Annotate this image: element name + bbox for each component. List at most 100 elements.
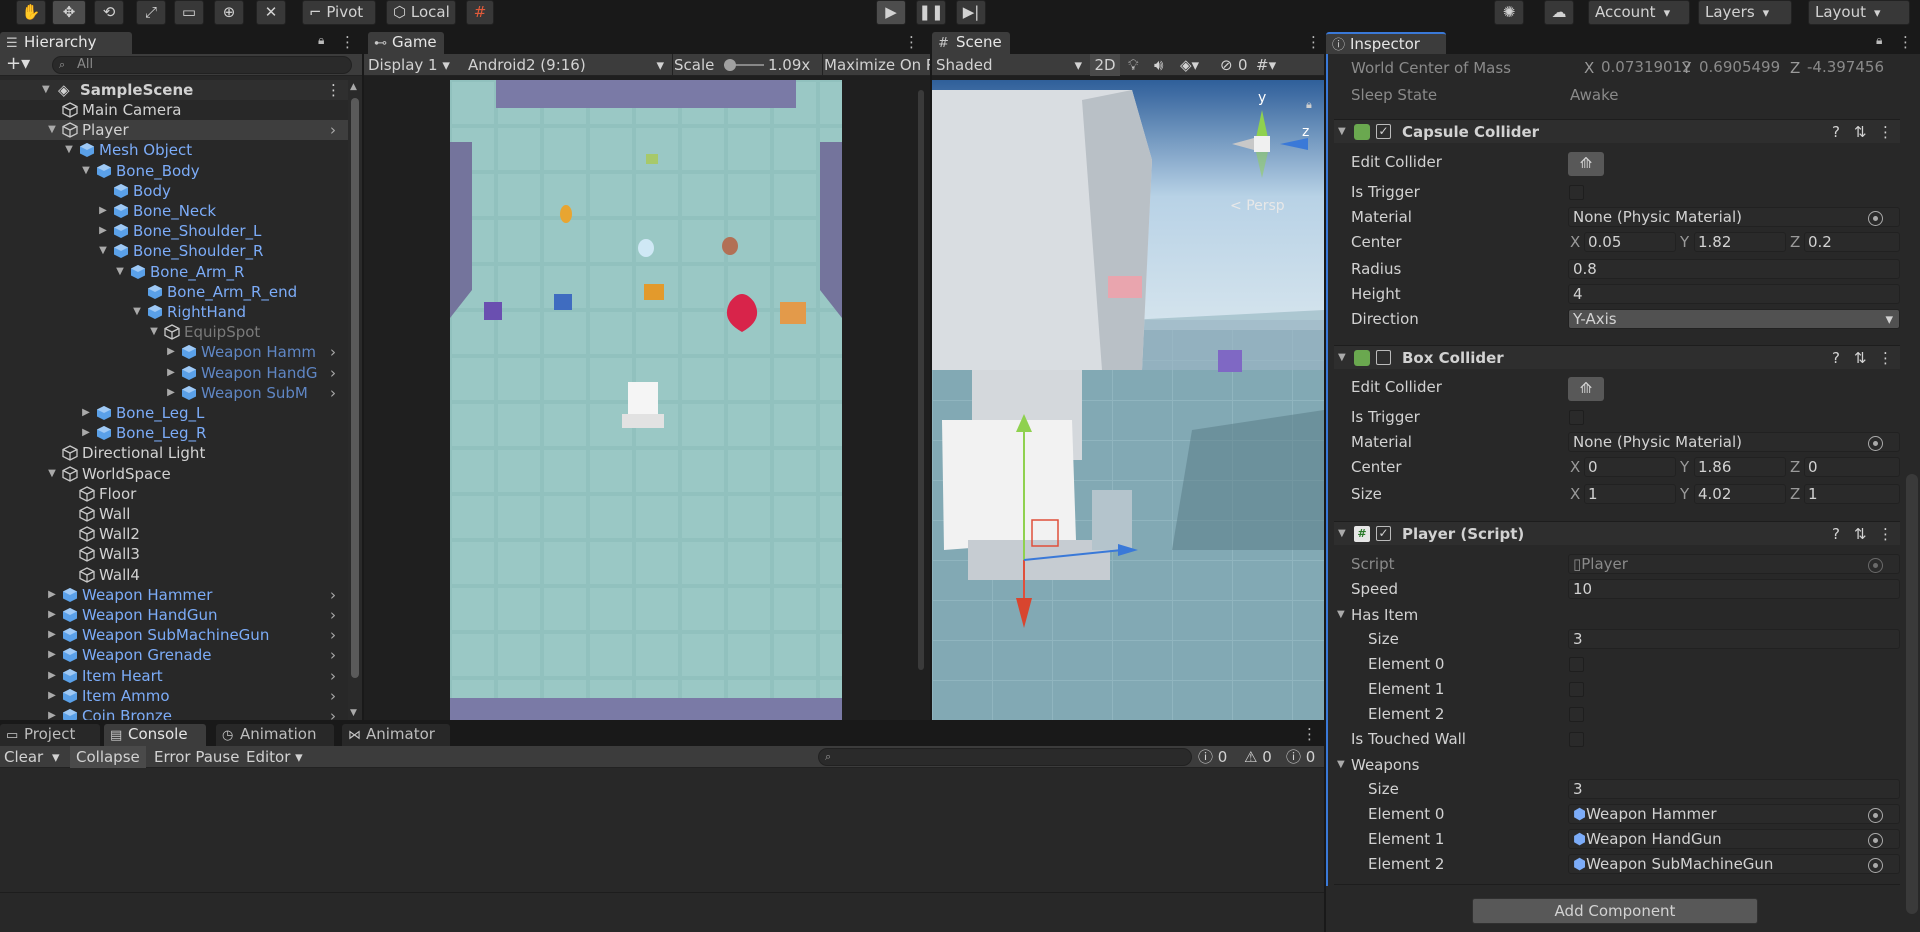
error-pause-toggle[interactable]: Error Pause	[154, 746, 239, 768]
fold-closed-arrow[interactable]: ▶	[165, 363, 177, 383]
open-prefab-arrow-icon[interactable]: ›	[330, 120, 336, 140]
hierarchy-row[interactable]: ▶ Weapon HandG ›	[0, 363, 348, 383]
scene-viewport[interactable]: y z < Persp 🔒︎	[932, 80, 1324, 720]
hierarchy-row[interactable]: ▶ Weapon SubM ›	[0, 383, 348, 403]
tab-project[interactable]: ▭ Project	[0, 724, 100, 746]
scroll-down-icon[interactable]: ▼	[350, 708, 357, 718]
fold-closed-arrow[interactable]: ▶	[46, 605, 58, 625]
scene-fold-arrow[interactable]: ▼	[42, 80, 50, 100]
hierarchy-row[interactable]: ▶ Weapon Grenade ›	[0, 645, 348, 665]
game-menu-icon[interactable]: ⋮	[904, 33, 919, 51]
game-scrollbar[interactable]	[918, 90, 924, 670]
has-item-row[interactable]: ▼ Has Item	[1334, 604, 1900, 626]
preset-icon[interactable]: ⇅	[1854, 120, 1867, 144]
fold-open-arrow[interactable]: ▼	[63, 140, 75, 160]
open-prefab-arrow-icon[interactable]: ›	[330, 585, 336, 605]
preset-icon[interactable]: ⇅	[1854, 346, 1867, 370]
height-field[interactable]: 4	[1568, 284, 1900, 304]
has-item-element-0-checkbox[interactable]	[1569, 657, 1584, 672]
fold-closed-arrow[interactable]: ▶	[165, 383, 177, 403]
component-menu-icon[interactable]: ⋮	[1878, 346, 1893, 370]
custom-tool-button[interactable]: ✕	[256, 0, 286, 25]
hierarchy-row[interactable]: Bone_Arm_R_end	[0, 282, 348, 302]
help-icon[interactable]: ?	[1832, 522, 1840, 546]
open-prefab-arrow-icon[interactable]: ›	[330, 363, 336, 383]
fold-closed-arrow[interactable]: ▶	[46, 666, 58, 686]
weapons-fold-arrow[interactable]: ▼	[1337, 754, 1345, 776]
fold-open-arrow[interactable]: ▼	[97, 241, 109, 261]
scroll-up-icon[interactable]: ▲	[350, 82, 357, 92]
capsule-collider-header[interactable]: ▼ ✓ Capsule Collider ? ⇅ ⋮	[1334, 119, 1900, 143]
is-trigger-checkbox[interactable]	[1569, 410, 1584, 425]
object-picker-icon[interactable]	[1868, 211, 1883, 226]
is-trigger-checkbox[interactable]	[1569, 185, 1584, 200]
tab-scene[interactable]: # Scene	[932, 32, 1010, 54]
center-x-field[interactable]: 0.05	[1584, 232, 1676, 252]
clear-button[interactable]: Clear	[4, 746, 43, 768]
hierarchy-row[interactable]: ▶ Item Heart ›	[0, 666, 348, 686]
hierarchy-row[interactable]: ▼ Player ›	[0, 120, 348, 141]
account-dropdown[interactable]: Account	[1588, 0, 1690, 25]
hierarchy-row[interactable]: ▼ Mesh Object	[0, 140, 348, 160]
inspector-scrollbar[interactable]	[1906, 474, 1918, 914]
hierarchy-search-input[interactable]: ⌕ All	[52, 56, 352, 74]
pivot-toggle[interactable]: ⌐ Pivot	[302, 0, 376, 25]
hierarchy-row[interactable]: ▶ Item Ammo ›	[0, 686, 348, 706]
player-fold-arrow[interactable]: ▼	[1338, 522, 1346, 546]
scrollbar-thumb[interactable]	[351, 98, 359, 678]
grid-toggle-icon[interactable]: #▾	[1256, 54, 1276, 76]
hierarchy-row[interactable]: Wall2	[0, 524, 348, 544]
fold-closed-arrow[interactable]: ▶	[46, 686, 58, 706]
hierarchy-row[interactable]: Floor	[0, 484, 348, 504]
console-menu-icon[interactable]: ⋮	[1302, 725, 1317, 743]
editor-dropdown[interactable]: Editor ▾	[246, 746, 303, 768]
weapon-element-1-field[interactable]: ⬢Weapon HandGun	[1568, 829, 1900, 849]
hierarchy-row[interactable]: ▼ RightHand	[0, 302, 348, 322]
weapon-element-0-field[interactable]: ⬢Weapon Hammer	[1568, 804, 1900, 824]
hierarchy-row[interactable]: ▼ EquipSpot	[0, 322, 348, 342]
pause-button[interactable]: ❚❚	[916, 0, 946, 25]
fold-closed-arrow[interactable]: ▶	[80, 423, 92, 443]
hierarchy-row[interactable]: ▼ WorldSpace	[0, 464, 348, 484]
local-toggle[interactable]: ⬡ Local	[386, 0, 456, 25]
add-component-button[interactable]: Add Component	[1472, 898, 1758, 924]
hierarchy-row[interactable]: ▶ Weapon Hammer ›	[0, 585, 348, 605]
tab-hierarchy[interactable]: ☰ Hierarchy	[0, 32, 132, 54]
2d-toggle[interactable]: 2D	[1090, 54, 1120, 76]
open-prefab-arrow-icon[interactable]: ›	[330, 625, 336, 645]
scene-menu-icon[interactable]: ⋮	[1306, 33, 1321, 51]
material-field[interactable]: None (Physic Material)	[1568, 207, 1900, 227]
help-icon[interactable]: ?	[1832, 120, 1840, 144]
audio-toggle-icon[interactable]: 🔊︎	[1154, 54, 1163, 76]
play-button[interactable]: ▶	[876, 0, 906, 25]
hierarchy-row[interactable]: ▼ Bone_Shoulder_R	[0, 241, 348, 261]
center-x-field[interactable]: 0	[1584, 457, 1676, 477]
size-x-field[interactable]: 1	[1584, 484, 1676, 504]
tab-game[interactable]: ⊷ Game	[368, 32, 444, 54]
scale-slider-track[interactable]	[724, 59, 764, 71]
fold-closed-arrow[interactable]: ▶	[46, 625, 58, 645]
display-dropdown[interactable]: Display 1 ▾	[368, 54, 450, 76]
center-z-field[interactable]: 0	[1804, 457, 1900, 477]
open-prefab-arrow-icon[interactable]: ›	[330, 686, 336, 706]
maximize-on-play-toggle[interactable]: Maximize On P	[824, 54, 930, 76]
center-y-field[interactable]: 1.86	[1694, 457, 1786, 477]
scale-tool-button[interactable]: ⤢	[136, 0, 166, 25]
scene-lock-icon[interactable]: 🔒︎	[1306, 98, 1312, 111]
move-tool-button[interactable]: ✥	[52, 0, 86, 25]
fold-closed-arrow[interactable]: ▶	[46, 706, 58, 720]
open-prefab-arrow-icon[interactable]: ›	[330, 666, 336, 686]
size-z-field[interactable]: 1	[1804, 484, 1900, 504]
touched-wall-checkbox[interactable]	[1569, 732, 1584, 747]
object-picker-icon[interactable]	[1868, 858, 1883, 873]
object-picker-icon[interactable]	[1868, 833, 1883, 848]
services-button[interactable]: ✺	[1494, 0, 1524, 25]
fold-closed-arrow[interactable]: ▶	[80, 403, 92, 423]
tab-inspector[interactable]: ⓘ Inspector	[1326, 32, 1446, 54]
cloud-button[interactable]: ☁	[1544, 0, 1574, 25]
effects-toggle-icon[interactable]: ◈▾	[1180, 54, 1199, 76]
radius-field[interactable]: 0.8	[1568, 259, 1900, 279]
component-menu-icon[interactable]: ⋮	[1878, 120, 1893, 144]
hierarchy-row[interactable]: Directional Light	[0, 443, 348, 463]
rect-tool-button[interactable]: ▭	[174, 0, 204, 25]
